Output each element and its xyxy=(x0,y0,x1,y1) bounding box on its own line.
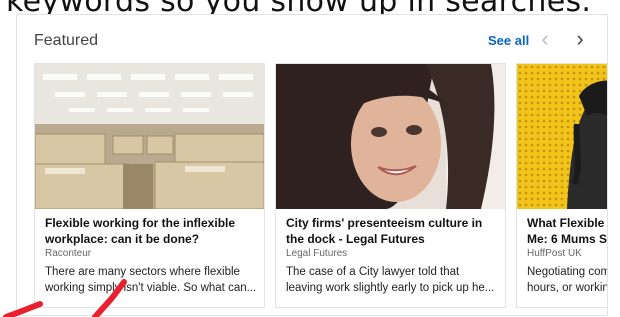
card-description: The case of a City lawyer told that leav… xyxy=(286,264,501,296)
card-description-line: The case of a City lawyer told that xyxy=(286,266,460,278)
card-description-line: working simply isn't viable. So what can… xyxy=(45,282,257,294)
featured-card[interactable]: Flexible working for the inflexible work… xyxy=(34,63,265,308)
chevron-right-icon[interactable]: › xyxy=(569,25,591,53)
card-description-line: hours, or workin xyxy=(527,282,608,294)
featured-card[interactable]: What Flexible W Me: 6 Mums Sh HuffPost U… xyxy=(516,63,608,308)
chevron-left-icon[interactable]: ‹ xyxy=(534,25,556,53)
card-source: HuffPost UK xyxy=(527,248,582,259)
card-title-line: Me: 6 Mums Sh xyxy=(527,232,608,246)
card-source: Raconteur xyxy=(45,248,92,259)
card-description-line: There are many sectors where flexible xyxy=(45,266,240,278)
woman-portrait-image xyxy=(276,64,505,209)
section-title: Featured xyxy=(34,32,99,49)
card-title-line: What Flexible W xyxy=(527,216,607,230)
see-all-link[interactable]: See all xyxy=(488,33,529,48)
card-description: There are many sectors where flexible wo… xyxy=(45,264,260,296)
illustration-image xyxy=(517,64,607,209)
card-description-line: Negotiating com xyxy=(527,266,608,278)
card-title: Flexible working for the inflexible work… xyxy=(45,216,236,246)
card-source: Legal Futures xyxy=(286,248,348,259)
office-cubicles-image xyxy=(35,64,264,209)
card-title: What Flexible W Me: 6 Mums Sh xyxy=(527,215,608,247)
featured-section: Featured See all ‹ › Flexible working fo… xyxy=(16,14,608,316)
card-description-line: leaving work slightly early to pick up h… xyxy=(286,282,495,294)
card-description: Negotiating com hours, or workin xyxy=(527,264,608,296)
card-title: City firms' presenteeism culture in the … xyxy=(286,216,483,246)
featured-card[interactable]: City firms' presenteeism culture in the … xyxy=(275,63,506,308)
